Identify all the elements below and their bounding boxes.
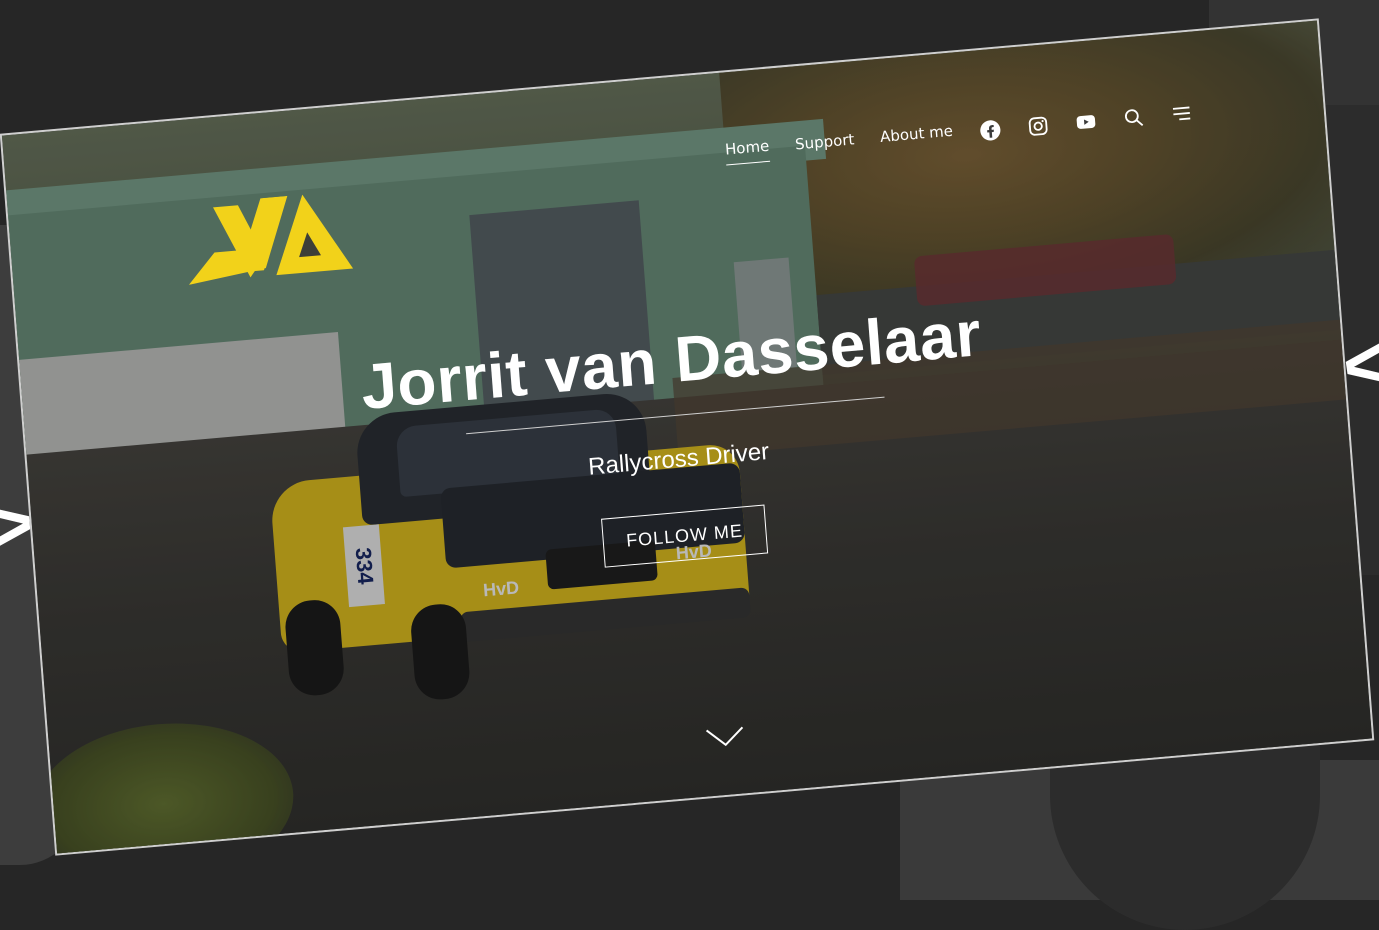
youtube-icon[interactable] [1074,110,1098,134]
site-logo[interactable] [183,190,358,285]
chevron-down-icon[interactable] [704,723,746,750]
menu-icon[interactable] [1169,101,1193,125]
facebook-icon[interactable] [978,118,1002,142]
hero-subtitle: Rallycross Driver [587,437,771,481]
nav-item-support[interactable]: Support [794,130,855,159]
website-screenshot: 334 HvD HvD Home Support About me Jorrit… [0,18,1375,856]
nav-item-home[interactable]: Home [724,136,771,166]
instagram-icon[interactable] [1026,114,1050,138]
search-icon[interactable] [1122,105,1146,129]
